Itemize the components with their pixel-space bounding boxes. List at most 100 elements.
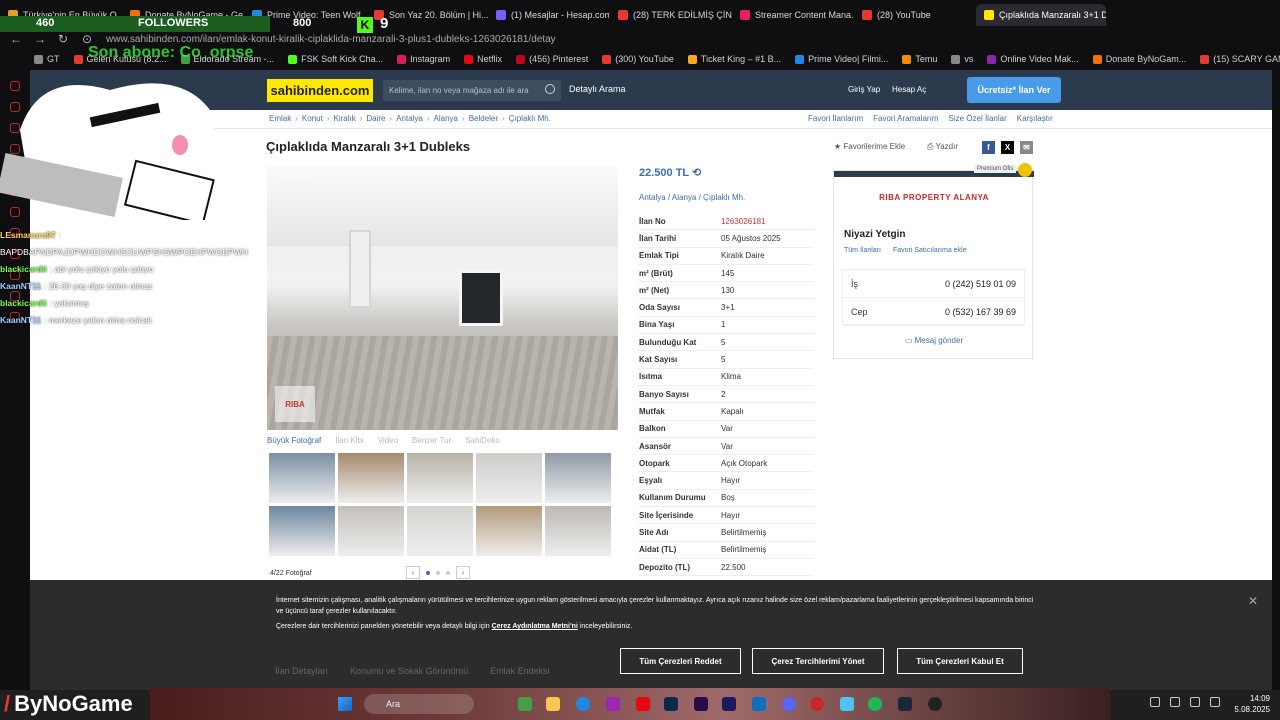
- bookmark-item[interactable]: Prime Video| Filmi...: [795, 54, 888, 64]
- app-icon[interactable]: [810, 697, 824, 711]
- bookmark-item[interactable]: vs: [951, 54, 973, 64]
- bookmark-item[interactable]: (456) Pinterest: [516, 54, 588, 64]
- bookmark-item[interactable]: Online Video Mak...: [987, 54, 1079, 64]
- manage-cookies-button[interactable]: Çerez Tercihlerimi Yönet: [752, 648, 884, 674]
- bookmark-item[interactable]: Instagram: [397, 54, 450, 64]
- browser-tab[interactable]: Streamer Content Mana...: [732, 4, 854, 26]
- quick-link[interactable]: Size Özel İlanlar: [948, 114, 1006, 123]
- scrollbar[interactable]: [1272, 70, 1280, 690]
- photo-thumbnail[interactable]: [338, 453, 404, 503]
- bookmark-item[interactable]: Donate ByNoGam...: [1092, 54, 1186, 64]
- store-name[interactable]: RIBA PROPERTY ALANYA: [834, 193, 1034, 202]
- bookmark-item[interactable]: (15) SCARY GAME...: [1200, 54, 1280, 64]
- next-page-icon[interactable]: ›: [456, 566, 470, 579]
- breadcrumb-item[interactable]: Beldeler: [469, 114, 498, 123]
- vscode-icon[interactable]: [752, 697, 766, 711]
- photo-tab[interactable]: Büyük Fotoğraf: [267, 436, 321, 445]
- netflix-icon[interactable]: [636, 697, 650, 711]
- breadcrumb-item[interactable]: Alanya: [434, 114, 458, 123]
- all-ads-link[interactable]: Tüm İlanları: [844, 247, 881, 254]
- send-message-link[interactable]: ▭ Mesaj gönder: [834, 336, 1034, 345]
- bookmark-item[interactable]: Ticket King – #1 B...: [687, 54, 781, 64]
- chrome-icon[interactable]: [576, 697, 590, 711]
- main-listing-photo[interactable]: #1263026181 RIBA: [267, 166, 618, 430]
- steam-icon[interactable]: [898, 697, 912, 711]
- reject-cookies-button[interactable]: Tüm Çerezleri Reddet: [620, 648, 741, 674]
- post-ad-button[interactable]: Ücretsiz* İlan Ver: [967, 77, 1061, 103]
- search-input[interactable]: Kelime, ilan no veya mağaza adı ile ara: [383, 80, 561, 101]
- breadcrumb-item[interactable]: Kiralık: [333, 114, 355, 123]
- photo-thumbnail[interactable]: [545, 506, 611, 556]
- quick-link[interactable]: Favori Aramalarım: [873, 114, 938, 123]
- premiere-icon[interactable]: [694, 697, 708, 711]
- photo-tab[interactable]: SahiDeko: [465, 436, 500, 445]
- photo-thumbnail[interactable]: [269, 506, 335, 556]
- system-clock[interactable]: 14:09 5.08.2025: [1226, 693, 1270, 715]
- photo-thumbnail[interactable]: [407, 506, 473, 556]
- phone-row[interactable]: Cep 0 (532) 167 39 69: [843, 298, 1024, 326]
- photo-thumbnail[interactable]: [476, 453, 542, 503]
- page-dot[interactable]: [436, 570, 440, 575]
- photo-thumbnail[interactable]: [269, 453, 335, 503]
- site-logo[interactable]: sahibinden.com: [267, 79, 373, 102]
- page-dot[interactable]: [446, 570, 450, 575]
- photo-tab[interactable]: Benzer Tur: [412, 436, 451, 445]
- file-explorer-icon[interactable]: [546, 697, 560, 711]
- prev-page-icon[interactable]: ‹: [406, 566, 420, 579]
- cookie-policy-link[interactable]: Çerez Aydınlatma Metni'ni: [492, 623, 578, 630]
- app-icon[interactable]: [606, 697, 620, 711]
- discord-icon[interactable]: [782, 697, 796, 711]
- back-icon[interactable]: ←: [10, 32, 24, 46]
- photo-thumbnail[interactable]: [407, 453, 473, 503]
- bookmark-item[interactable]: FSK Soft Kick Cha...: [288, 54, 383, 64]
- x-share-icon[interactable]: X: [1001, 141, 1014, 154]
- bookmark-item[interactable]: Netflix: [464, 54, 502, 64]
- email-share-icon[interactable]: ✉: [1020, 141, 1033, 154]
- facebook-share-icon[interactable]: f: [982, 141, 995, 154]
- close-icon[interactable]: ✕: [1248, 594, 1258, 608]
- forward-icon[interactable]: →: [34, 32, 48, 46]
- reload-icon[interactable]: ↻: [58, 32, 72, 46]
- bookmark-item[interactable]: (300) YouTube: [602, 54, 674, 64]
- settings-icon[interactable]: [840, 697, 854, 711]
- detailed-search-link[interactable]: Detaylı Arama: [569, 84, 626, 94]
- spotify-icon[interactable]: [868, 697, 882, 711]
- register-link[interactable]: Hesap Aç: [892, 85, 926, 94]
- photoshop-icon[interactable]: [664, 697, 678, 711]
- section-tab[interactable]: Emlak Endeksi: [490, 666, 550, 676]
- minecraft-icon[interactable]: [518, 697, 532, 711]
- breadcrumb-item[interactable]: Konut: [302, 114, 323, 123]
- after-effects-icon[interactable]: [722, 697, 736, 711]
- add-favorite-link[interactable]: ★ Favorilerime Ekle: [834, 142, 905, 151]
- photo-tab[interactable]: İlan Kibi: [335, 436, 363, 445]
- microphone-icon[interactable]: [1170, 697, 1180, 707]
- quick-link[interactable]: Favori İlanlarım: [808, 114, 863, 123]
- favorite-seller-link[interactable]: Favori Satıcılarıma ekle: [893, 247, 967, 254]
- photo-thumbnail[interactable]: [545, 453, 611, 503]
- phone-row[interactable]: İş 0 (242) 519 01 09: [843, 270, 1024, 298]
- breadcrumb-item[interactable]: Daire: [366, 114, 385, 123]
- price-history-icon[interactable]: ⟲: [692, 167, 701, 179]
- browser-tab[interactable]: (1) Mesajlar - Hesap.com: [488, 4, 610, 26]
- bookmark-item[interactable]: Temu: [902, 54, 937, 64]
- section-tab[interactable]: İlan Detayları: [275, 666, 328, 676]
- bookmark-item[interactable]: GT: [34, 54, 60, 64]
- breadcrumb-item[interactable]: Antalya: [396, 114, 423, 123]
- search-icon[interactable]: [545, 84, 555, 94]
- listing-location[interactable]: Antalya / Alanya / Çıplaklı Mh.: [639, 193, 745, 202]
- quick-link[interactable]: Karşılaştır: [1017, 114, 1053, 123]
- network-icon[interactable]: [1190, 697, 1200, 707]
- breadcrumb-item[interactable]: Çıplaklı Mh.: [509, 114, 551, 123]
- obs-icon[interactable]: [928, 697, 942, 711]
- breadcrumb-item[interactable]: Emlak: [269, 114, 291, 123]
- section-tab[interactable]: Konumu ve Sokak Görünümü: [350, 666, 468, 676]
- browser-tab[interactable]: (28) YouTube: [854, 4, 976, 26]
- browser-tab[interactable]: (28) TERK EDİLMİŞ ÇİN...: [610, 4, 732, 26]
- tray-chevron-icon[interactable]: [1150, 697, 1160, 707]
- page-dot[interactable]: [426, 570, 430, 575]
- browser-tab[interactable]: Çıplaklıda Manzaralı 3+1 D...: [976, 4, 1106, 26]
- photo-thumbnail[interactable]: [338, 506, 404, 556]
- volume-icon[interactable]: [1210, 697, 1220, 707]
- photo-tab[interactable]: Video: [378, 436, 398, 445]
- print-link[interactable]: ⎙ Yazdır: [927, 142, 958, 152]
